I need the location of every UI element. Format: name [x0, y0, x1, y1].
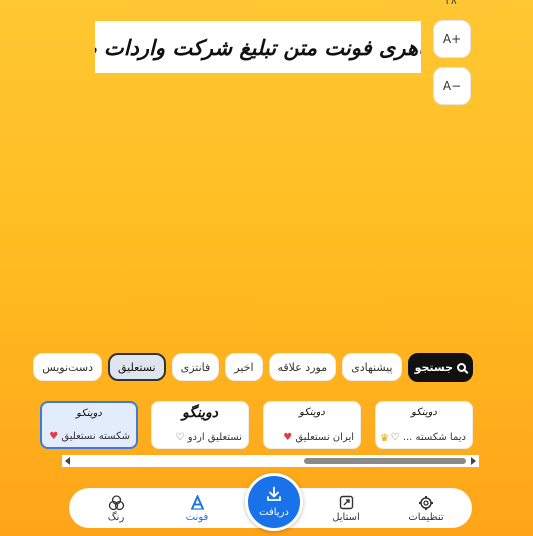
- crown-icon: ♛: [380, 433, 389, 444]
- filter-label: فانتزی: [180, 360, 211, 374]
- filter-label: پیشنهادی: [351, 360, 393, 374]
- scroll-thumb[interactable]: [304, 458, 466, 464]
- font-card[interactable]: دوینگو نستعلیق اردو ♡: [151, 401, 249, 449]
- increase-size-label: A+: [442, 32, 462, 46]
- heart-outline-icon[interactable]: ♡: [176, 432, 185, 443]
- filter-search-label: جستجو: [414, 361, 453, 374]
- search-icon: [457, 363, 466, 372]
- gear-icon: [418, 494, 434, 512]
- download-icon: [266, 486, 282, 505]
- font-name-row: ایران نستعلیق ♥: [282, 432, 354, 443]
- font-card[interactable]: دوینکو ایران نستعلیق ♥: [263, 401, 361, 449]
- filter-recent[interactable]: اخیر: [225, 353, 263, 381]
- filter-label: مورد علاقه: [277, 360, 328, 374]
- nav-label: استایل: [332, 511, 360, 523]
- filter-label: اخیر: [234, 360, 254, 374]
- font-card-selected[interactable]: دوینکو شکسته نستعلیق ♥: [40, 401, 138, 449]
- filter-search-button[interactable]: جستجو: [407, 353, 473, 382]
- font-name-row: نستعلیق اردو ♡: [175, 432, 242, 443]
- font-name: ایران نستعلیق: [295, 432, 354, 443]
- filter-label: دست‌نویس: [42, 360, 93, 374]
- nav-style[interactable]: استایل: [313, 488, 379, 528]
- nav-label: فونت: [185, 511, 209, 523]
- filter-label: نستعلیق: [117, 360, 156, 374]
- filter-handwriting[interactable]: دست‌نویس: [33, 353, 102, 381]
- filter-favorites[interactable]: مورد علاقه: [268, 353, 337, 381]
- nav-label: تنظیمات: [408, 511, 444, 523]
- decrease-size-label: A−: [442, 79, 462, 93]
- font-name: نستعلیق اردو: [187, 432, 242, 443]
- heart-filled-icon[interactable]: ♥: [283, 432, 292, 443]
- heart-filled-icon[interactable]: ♥: [49, 431, 58, 442]
- filter-nastaliq[interactable]: نستعلیق: [107, 353, 166, 381]
- font-name-row: دیما شکسته ... ♡: [390, 432, 466, 443]
- download-label: دریافت: [259, 507, 289, 518]
- font-sample: دوینکو: [76, 408, 102, 419]
- scroll-left-icon[interactable]: [65, 457, 70, 465]
- preview-text: تغییر ظاهری فونت متن تبلیغ شرکت واردات ص…: [95, 34, 421, 60]
- font-name-row: شکسته نستعلیق ♥: [48, 431, 130, 442]
- font-sample: دوینکو: [299, 407, 325, 418]
- text-preview: تغییر ظاهری فونت متن تبلیغ شرکت واردات ص…: [95, 21, 421, 73]
- filter-bar: جستجو پیشنهادی مورد علاقه اخیر فانتزی نس…: [33, 353, 473, 382]
- nav-font[interactable]: فونت: [164, 488, 230, 528]
- heart-outline-icon[interactable]: ♡: [391, 432, 400, 443]
- font-name: دیما شکسته ...: [402, 432, 466, 443]
- font-sample: دوینگو: [181, 405, 219, 421]
- font-size-label: ۲۸: [445, 0, 457, 7]
- download-button[interactable]: دریافت: [245, 473, 303, 531]
- horizontal-scrollbar[interactable]: [62, 455, 479, 467]
- nav-settings[interactable]: تنظیمات: [393, 488, 459, 528]
- nav-color[interactable]: رنگ: [83, 488, 149, 528]
- scroll-right-icon[interactable]: [471, 457, 476, 465]
- filter-suggested[interactable]: پیشنهادی: [342, 353, 402, 381]
- font-card[interactable]: دوینکو دیما شکسته ... ♡ ♛: [375, 401, 473, 449]
- nav-label: رنگ: [107, 511, 125, 523]
- font-a-icon: [190, 494, 205, 512]
- decrease-size-button[interactable]: A−: [433, 67, 471, 105]
- font-sample: دوینکو: [411, 407, 437, 418]
- filter-fantasy[interactable]: فانتزی: [171, 353, 220, 381]
- font-name: شکسته نستعلیق: [61, 431, 130, 442]
- style-icon: [339, 494, 354, 512]
- increase-size-button[interactable]: A+: [433, 20, 471, 58]
- color-circles-icon: [108, 494, 125, 512]
